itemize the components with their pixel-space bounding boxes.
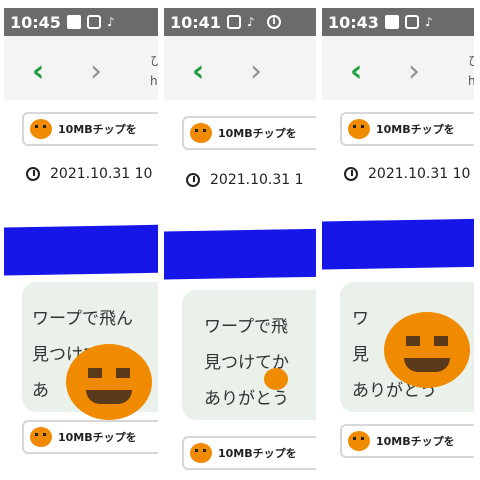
pumpkin-icon	[190, 123, 212, 143]
redaction-scribble	[164, 228, 316, 280]
screenshot-panel-1: 10:45 ♪ ‹ › ひ h 10MBチップを 2021.10.31 10 ワ…	[4, 8, 158, 470]
message-bubble: ワープで飛 見つけてか ありがとう	[182, 290, 316, 420]
pumpkin-icon	[30, 119, 52, 139]
back-icon[interactable]: ‹	[32, 54, 44, 89]
chip-label: 10MBチップを	[218, 127, 297, 140]
status-time: 10:45	[10, 12, 61, 32]
pumpkin-sticker	[264, 368, 288, 390]
status-bar: 10:45 ♪	[4, 8, 158, 36]
timestamp: 2021.10.31 10	[368, 166, 471, 182]
notification-icon: ♪	[246, 15, 255, 29]
timestamp: 2021.10.31 10	[50, 166, 153, 182]
message-line-1: ワープで飛	[204, 317, 288, 337]
browser-nav-bar: ‹ › ひ h	[322, 36, 474, 100]
jack-o-lantern-sticker	[66, 344, 152, 420]
notification-icon: ♪	[424, 15, 433, 29]
url-text[interactable]: ひ	[468, 52, 474, 69]
chip-label: 10MBチップを	[376, 123, 455, 136]
chip-card[interactable]: 10MBチップを	[340, 424, 474, 458]
image-icon	[66, 15, 81, 29]
pumpkin-eye	[116, 368, 130, 378]
chip-card[interactable]: 10MBチップを	[22, 112, 158, 146]
status-time: 10:41	[170, 12, 221, 32]
url-text[interactable]: ひ	[150, 52, 158, 69]
screenshot-panel-2: 10:41 ♪ i ‹ › 10MBチップを 2021.10.31 1 ワープで…	[164, 8, 316, 470]
notification-icon: ♪	[106, 15, 115, 29]
message-line-3: あ	[32, 381, 49, 401]
pumpkin-eye	[88, 368, 102, 378]
pumpkin-icon	[190, 443, 212, 463]
screenshot-panel-3: 10:43 ♪ ‹ › ひ h 10MBチップを 2021.10.31 10 ワ…	[322, 8, 474, 470]
message-line-1: ワープで飛ん	[32, 309, 133, 329]
pumpkin-icon	[348, 431, 370, 451]
message-line-2: 見	[352, 345, 369, 365]
timestamp: 2021.10.31 1	[210, 172, 304, 188]
image-icon	[384, 15, 399, 29]
status-bar: 10:41 ♪ i	[164, 8, 316, 36]
chip-label: 10MBチップを	[218, 447, 297, 460]
browser-nav-bar: ‹ › ひ h	[4, 36, 158, 100]
jack-o-lantern-sticker	[384, 312, 470, 388]
forward-icon[interactable]: ›	[408, 54, 420, 89]
info-icon: i	[266, 15, 281, 29]
url-subtext[interactable]: h	[468, 74, 474, 88]
status-time: 10:43	[328, 12, 379, 32]
browser-nav-bar: ‹ ›	[164, 36, 316, 100]
chip-label: 10MBチップを	[58, 431, 137, 444]
chip-card[interactable]: 10MBチップを	[22, 420, 158, 454]
timestamp-row: 2021.10.31 10	[26, 166, 152, 182]
screen-rotate-icon	[86, 15, 101, 29]
redaction-scribble	[322, 218, 474, 270]
forward-icon[interactable]: ›	[90, 54, 102, 89]
pumpkin-mouth	[86, 390, 132, 404]
url-subtext[interactable]: h	[150, 74, 158, 88]
chip-card[interactable]: 10MBチップを	[340, 112, 474, 146]
message-line-1: ワ	[352, 309, 369, 329]
chip-label: 10MBチップを	[58, 123, 137, 136]
pumpkin-eye	[434, 336, 448, 346]
chip-label: 10MBチップを	[376, 435, 455, 448]
redaction-scribble	[4, 224, 158, 276]
clock-icon	[344, 167, 358, 181]
screen-rotate-icon	[226, 15, 241, 29]
clock-icon	[186, 173, 200, 187]
pumpkin-icon	[30, 427, 52, 447]
pumpkin-icon	[348, 119, 370, 139]
back-icon[interactable]: ‹	[192, 54, 204, 89]
back-icon[interactable]: ‹	[350, 54, 362, 89]
pumpkin-eye	[406, 336, 420, 346]
status-bar: 10:43 ♪	[322, 8, 474, 36]
timestamp-row: 2021.10.31 10	[344, 166, 470, 182]
screen-rotate-icon	[404, 15, 419, 29]
timestamp-row: 2021.10.31 1	[186, 172, 304, 188]
clock-icon	[26, 167, 40, 181]
chip-card[interactable]: 10MBチップを	[182, 116, 316, 150]
chip-card[interactable]: 10MBチップを	[182, 436, 316, 470]
forward-icon[interactable]: ›	[250, 54, 262, 89]
pumpkin-mouth	[404, 358, 450, 372]
